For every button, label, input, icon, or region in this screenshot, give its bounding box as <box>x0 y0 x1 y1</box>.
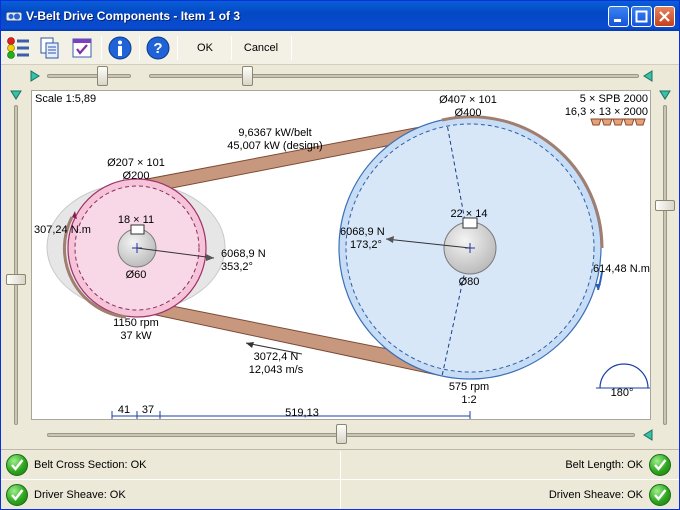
copy-icon <box>40 37 59 59</box>
top-slider-track-right <box>149 74 639 78</box>
drive-canvas: Scale 1:5,89 5 × SPB 2000 16,3 × 13 × 20… <box>31 90 651 420</box>
driven-bore-label: Ø80 <box>459 276 480 288</box>
help-button[interactable]: ? <box>145 35 171 61</box>
ok-button[interactable]: OK <box>187 39 223 57</box>
maximize-icon <box>635 10 648 23</box>
dim-mid-label: 37 <box>142 404 154 416</box>
driver-keyway-label: 18 × 11 <box>118 214 154 226</box>
info-button[interactable] <box>107 35 133 61</box>
center-distance-label: 519,13 <box>285 407 319 419</box>
checklist-icon <box>72 38 92 58</box>
driver-power-label: 37 kW <box>120 330 152 342</box>
close-icon <box>659 11 670 22</box>
right-slider-track <box>663 105 667 425</box>
driven-keyway-label: 22 × 14 <box>450 208 487 220</box>
top-slider-thumb-left[interactable] <box>97 66 108 86</box>
left-slider-track <box>14 105 18 425</box>
close-button[interactable] <box>654 6 675 27</box>
status-belt-cross-section-text: Belt Cross Section: OK <box>34 459 147 471</box>
power-design-label: 45,007 kW (design) <box>227 140 322 152</box>
driver-torque-label: 307,24 N.m <box>34 224 91 236</box>
status-driven-sheave-text: Driven Sheave: OK <box>548 489 643 501</box>
dim-left-label: 41 <box>118 404 130 416</box>
driver-outer-label: Ø207 × 101 <box>107 157 165 169</box>
driver-bore-label: Ø60 <box>126 269 147 281</box>
belt-dims-label: 16,3 × 13 × 2000 <box>565 106 648 118</box>
status-driver-sheave: Driver Sheave: OK <box>6 480 126 510</box>
driver-keyway <box>130 224 145 235</box>
driven-torque-arrow <box>595 284 601 290</box>
help-icon: ? <box>146 36 170 60</box>
right-slider-thumb[interactable] <box>655 200 675 211</box>
check-icon <box>649 484 671 506</box>
belt-tension-arrowhead <box>246 342 254 348</box>
driven-force-label: 6068,9 N <box>340 226 385 238</box>
check-icon <box>649 454 671 476</box>
driven-force-angle-label: 173,2° <box>350 239 382 251</box>
triangle-right-icon[interactable] <box>29 70 41 82</box>
status-belt-length: Belt Length: OK <box>565 450 671 480</box>
wrap-angle-label: 180° <box>611 387 634 399</box>
top-slider-track-left <box>47 74 131 78</box>
maximize-button[interactable] <box>631 6 652 27</box>
belt-spec-label: 5 × SPB 2000 <box>580 93 648 105</box>
checklist-button[interactable] <box>69 35 95 61</box>
title-bar: V-Belt Drive Components - Item 1 of 3 <box>1 1 679 31</box>
results-button[interactable] <box>5 35 31 61</box>
copy-button[interactable] <box>37 35 63 61</box>
cancel-button[interactable]: Cancel <box>239 39 283 57</box>
driven-torque-label: 614,48 N.m <box>593 263 650 275</box>
triangle-down-icon[interactable] <box>659 89 671 101</box>
driver-pitch-label: Ø200 <box>123 170 150 182</box>
status-driven-sheave: Driven Sheave: OK <box>549 480 671 510</box>
minimize-icon <box>614 19 621 22</box>
status-belt-cross-section: Belt Cross Section: OK <box>6 450 147 480</box>
belt-speed-label: 12,043 m/s <box>249 364 304 376</box>
status-driver-sheave-text: Driver Sheave: OK <box>34 489 126 501</box>
belt-profile-icons <box>590 118 646 126</box>
check-icon <box>6 454 28 476</box>
driver-force-angle-label: 353,2° <box>221 261 253 273</box>
svg-text:?: ? <box>153 40 162 57</box>
drive-ratio-label: 1:2 <box>461 394 476 406</box>
driven-pitch-label: Ø400 <box>455 107 482 119</box>
wrap-angle-arc <box>599 363 649 389</box>
triangle-left-icon[interactable] <box>642 429 654 441</box>
power-per-belt-label: 9,6367 kW/belt <box>238 127 311 139</box>
minimize-button[interactable] <box>608 6 629 27</box>
bottom-slider-thumb[interactable] <box>336 424 347 444</box>
driver-speed-label: 1150 rpm <box>113 317 159 329</box>
check-icon <box>6 484 28 506</box>
status-belt-length-text: Belt Length: OK <box>565 459 643 471</box>
left-slider-thumb[interactable] <box>6 274 26 285</box>
app-window: V-Belt Drive Components - Item 1 of 3 ? … <box>0 0 680 510</box>
window-title: V-Belt Drive Components - Item 1 of 3 <box>26 9 241 23</box>
scale-label: Scale 1:5,89 <box>35 93 96 105</box>
driven-outer-label: Ø407 × 101 <box>439 94 497 106</box>
driver-force-label: 6068,9 N <box>221 248 266 260</box>
triangle-left-icon[interactable] <box>642 70 654 82</box>
driven-speed-label: 575 rpm <box>449 381 489 393</box>
triangle-down-icon[interactable] <box>10 89 22 101</box>
toolbar: ? OK Cancel <box>1 31 679 65</box>
traffic-lights-icon <box>7 37 29 59</box>
belt-tension-label: 3072,4 N <box>254 351 299 363</box>
info-icon <box>108 36 132 60</box>
drive-drawing: Scale 1:5,89 5 × SPB 2000 16,3 × 13 × 20… <box>34 93 650 419</box>
top-slider-thumb-right[interactable] <box>242 66 253 86</box>
app-icon <box>6 11 22 22</box>
